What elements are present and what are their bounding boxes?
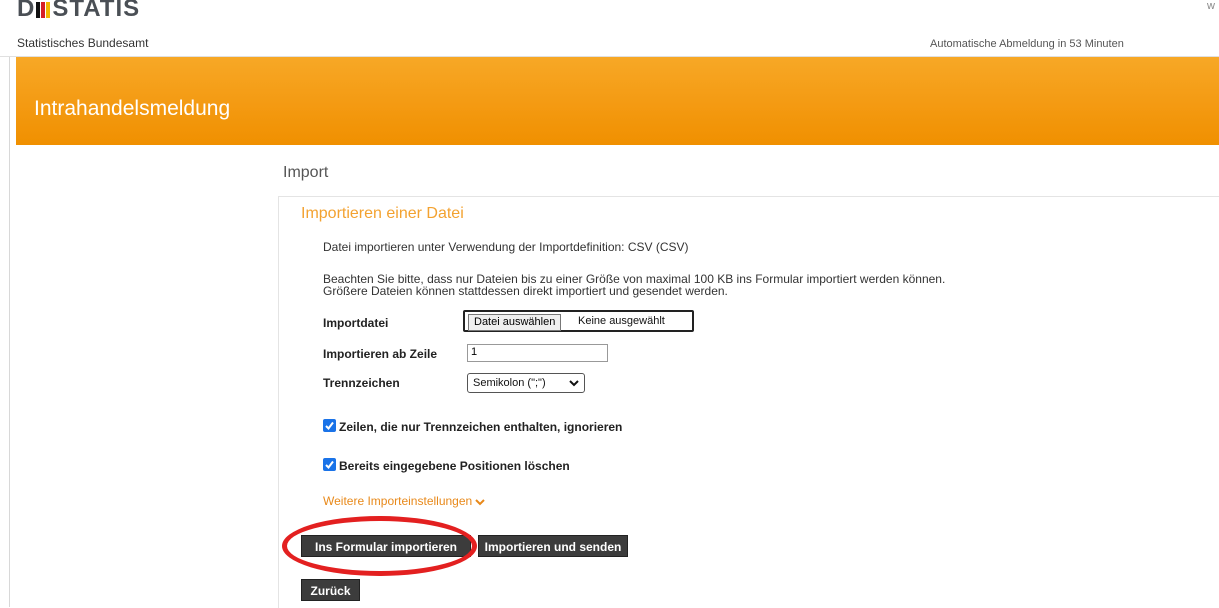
logout-notice: Automatische Abmeldung in 53 Minuten [930,38,1124,50]
delete-positions-label[interactable]: Bereits eingegebene Positionen löschen [339,459,570,473]
app-title: Intrahandelsmeldung [34,97,231,120]
file-input[interactable]: Datei auswählen Keine ausgewählt [463,310,694,332]
highlight-circle-annotation [282,516,477,576]
checkmark-icon [325,460,334,470]
ignore-separator-rows-checkbox[interactable] [323,419,336,432]
size-notice-line2: Größere Dateien können stattdessen direk… [323,284,728,298]
start-row-label: Importieren ab Zeile [323,347,438,361]
logo-text-left: D [17,0,36,22]
page-header: D STATIS Statistisches Bundesamt Automati… [0,0,1219,57]
more-settings-link[interactable]: Weitere Importeinstellungen [323,494,485,508]
choose-file-button[interactable]: Datei auswählen [468,314,562,331]
panel-title: Importieren einer Datei [301,205,464,222]
back-button[interactable]: Zurück [301,579,360,601]
import-and-send-button[interactable]: Importieren und senden [478,535,628,557]
delete-positions-checkbox[interactable] [323,458,336,471]
start-row-input[interactable]: 1 [467,344,608,362]
logo-subtitle: Statistisches Bundesamt [17,36,149,50]
logo-text-right: STATIS [52,0,141,22]
separator-value: Semikolon (";") [473,377,546,389]
checkmark-icon [325,421,334,431]
file-status: Keine ausgewählt [578,315,665,327]
import-file-label: Importdatei [323,316,389,330]
app-banner: Intrahandelsmeldung [16,57,1219,145]
chevron-down-icon [569,380,579,387]
separator-label: Trennzeichen [323,376,400,390]
left-divider [9,57,10,607]
header-edge-text: w [1207,0,1215,12]
import-definition-text: Datei importieren unter Verwendung der I… [323,240,689,254]
chevron-down-icon [475,499,485,506]
destatis-logo[interactable]: D STATIS [17,0,140,25]
separator-select[interactable]: Semikolon (";") [467,373,585,393]
more-settings-label: Weitere Importeinstellungen [323,494,473,508]
logo-flag-icon [36,0,51,25]
ignore-separator-rows-label[interactable]: Zeilen, die nur Trennzeichen enthalten, … [339,420,622,434]
page-title: Import [283,164,329,181]
